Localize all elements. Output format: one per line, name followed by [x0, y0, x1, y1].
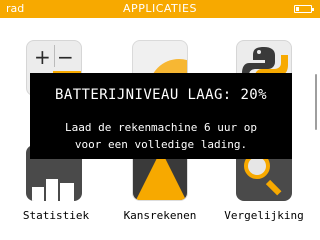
battery-level-fill: [296, 7, 299, 11]
app-label-statistics: Statistiek: [22, 209, 90, 222]
popup-title: BATTERIJNIVEAU LAAG: 20%: [55, 87, 267, 103]
app-label-probability: Kansrekenen: [123, 209, 197, 222]
battery-icon: [294, 5, 314, 13]
popup-message-line1: Laad de rekenmachine 6 uur op: [64, 121, 258, 134]
title-bar: rad APPLICATIES: [0, 0, 320, 18]
statistics-bar: [32, 187, 44, 201]
minus-icon: −: [57, 45, 74, 69]
statistics-bar: [46, 179, 58, 201]
plus-icon: +: [34, 45, 51, 69]
low-battery-popup[interactable]: BATTERIJNIVEAU LAAG: 20% Laad de rekenma…: [30, 73, 292, 159]
page-title: APPLICATIES: [123, 2, 197, 15]
calculation-divider: [54, 45, 55, 67]
magnifier-handle: [265, 179, 282, 196]
app-label-solver: Vergelijking: [224, 209, 304, 222]
statistics-bar: [60, 183, 74, 201]
popup-message-line2: voor een volledige lading.: [74, 138, 248, 151]
scrollbar[interactable]: [315, 74, 317, 130]
